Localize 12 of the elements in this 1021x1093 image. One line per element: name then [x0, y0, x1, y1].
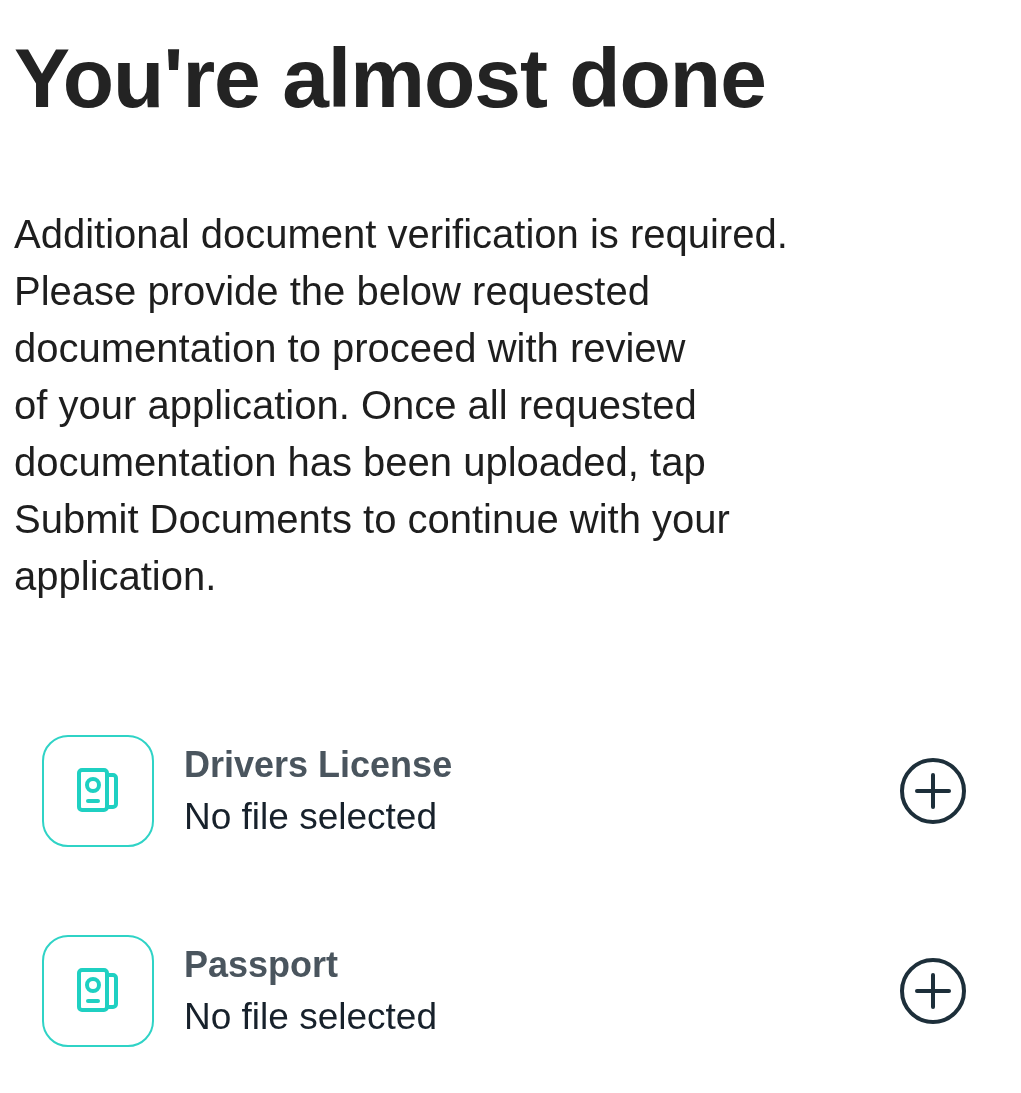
- file-status: No file selected: [184, 996, 438, 1038]
- document-tile[interactable]: [42, 935, 154, 1047]
- document-name: Passport: [184, 944, 340, 986]
- plus-circle-icon: [899, 757, 967, 825]
- file-status: No file selected: [184, 796, 438, 838]
- instructions-paragraph: Additional document verification is required. Please provide the below requested documentation to proceed with review of your application. Once all requested documentation has been uploaded, tap Submit Documents to continue with your application.: [14, 211, 789, 600]
- add-button[interactable]: [899, 757, 967, 825]
- document-tile[interactable]: [42, 735, 154, 847]
- page-title: You're almost done: [14, 30, 767, 127]
- add-button[interactable]: [899, 957, 967, 1025]
- document-name: Drivers License: [184, 744, 454, 786]
- plus-circle-icon: [899, 957, 967, 1025]
